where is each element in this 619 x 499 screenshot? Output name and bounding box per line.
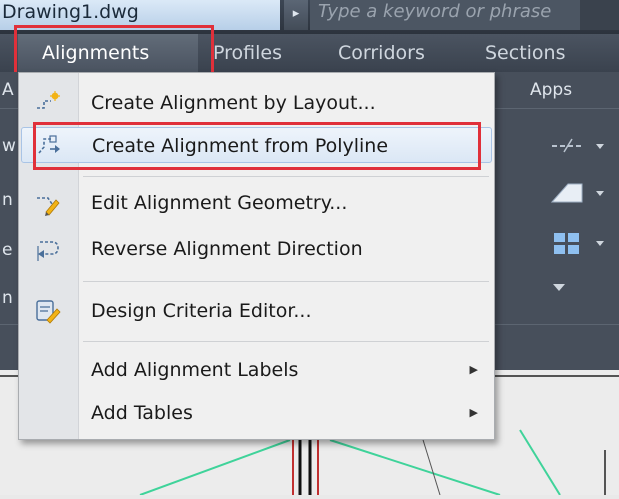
highlight-alignments-tab (14, 25, 214, 77)
menu-item-label: Create Alignment by Layout... (91, 92, 376, 114)
tab-sections[interactable]: Sections (485, 34, 566, 72)
ribbon-apps-label[interactable]: Apps (530, 80, 572, 100)
dashed-line-icon (552, 138, 604, 153)
menu-separator (83, 341, 489, 342)
ribbon-letter: n (2, 288, 13, 308)
menu-item-edit-alignment-geometry[interactable]: Edit Alignment Geometry... (21, 185, 492, 221)
menu-item-label: Reverse Alignment Direction (91, 238, 363, 260)
create-alignment-layout-icon (37, 91, 60, 109)
surface-style-dropdown[interactable] (548, 178, 608, 212)
line-style-dropdown[interactable] (548, 134, 608, 162)
tab-profiles[interactable]: Profiles (213, 34, 282, 72)
edit-geometry-icon (37, 197, 60, 216)
menu-item-label: Add Alignment Labels (91, 359, 299, 381)
menu-item-design-criteria-editor[interactable]: Design Criteria Editor... (21, 293, 492, 329)
expand-arrow-button[interactable]: ▸ (284, 0, 308, 30)
surface-icon (550, 183, 604, 203)
reverse-direction-icon (37, 241, 59, 261)
submenu-arrow-icon: ▶ (469, 406, 478, 419)
alignments-dropdown-menu: Create Alignment by Layout... Create Ali… (18, 72, 495, 440)
ribbon-letter: n (2, 190, 13, 210)
submenu-arrow-icon: ▶ (469, 363, 478, 376)
grid-view-dropdown[interactable] (548, 228, 608, 262)
grid-icon (554, 233, 604, 254)
menu-item-label: Edit Alignment Geometry... (91, 192, 348, 214)
highlight-create-from-polyline (33, 122, 481, 170)
chevron-down-icon (553, 284, 565, 291)
menu-item-label: Add Tables (91, 402, 193, 424)
search-input[interactable]: Type a keyword or phrase (310, 0, 580, 30)
panel-expand-dropdown[interactable] (550, 278, 570, 302)
menu-separator (83, 281, 489, 282)
search-field-end (580, 0, 619, 30)
menu-item-label: Design Criteria Editor... (91, 300, 312, 322)
design-criteria-icon (36, 300, 61, 324)
ribbon-letter: A (2, 80, 14, 100)
menu-item-reverse-alignment-direction[interactable]: Reverse Alignment Direction (21, 231, 492, 267)
ribbon-letter: w (2, 136, 16, 156)
menu-item-add-alignment-labels[interactable]: Add Alignment Labels ▶ (21, 352, 492, 388)
menu-item-create-alignment-by-layout[interactable]: Create Alignment by Layout... (21, 85, 492, 121)
menu-separator (83, 176, 489, 177)
menu-item-add-tables[interactable]: Add Tables ▶ (21, 395, 492, 431)
ribbon-letter: e (2, 240, 13, 260)
tab-corridors[interactable]: Corridors (338, 34, 425, 72)
